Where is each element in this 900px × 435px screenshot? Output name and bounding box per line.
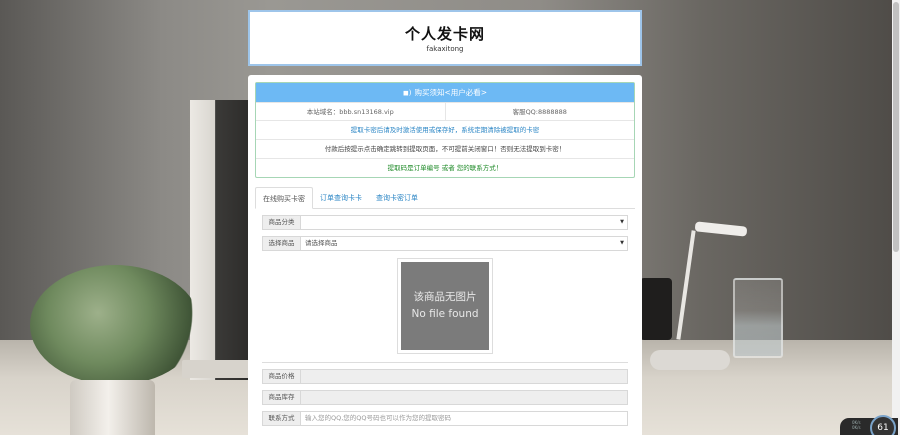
form-divider (262, 362, 628, 363)
category-label: 商品分类 (263, 216, 301, 229)
notice-info-row: 本站域名：bbb.sn13168.vip 客服QQ:8888888 (256, 102, 634, 120)
background-glass (733, 278, 783, 358)
product-select[interactable]: 请选择商品 ▼ (301, 237, 627, 250)
price-label: 商品价格 (263, 370, 301, 383)
chevron-down-icon: ▼ (620, 219, 624, 225)
price-field (301, 370, 627, 383)
background-plant (30, 265, 200, 385)
notice-title: 购买须知<用户必看> (414, 88, 488, 97)
stock-label: 商品库存 (263, 391, 301, 404)
notice-line-2: 付款后按提示点击确定跳转到提取页面，不可提前关闭窗口！否则无法提取到卡密！ (256, 139, 634, 158)
background-monitor (190, 100, 252, 380)
background-speaker (640, 278, 672, 340)
tab-bar: 在线购买卡密 订单查询卡卡 查询卡密订单 (255, 187, 635, 209)
usage-percent: 61 (877, 423, 889, 433)
background-monitor-stand (182, 360, 252, 378)
notice-line-1: 提取卡密后请及时激活使用或保存好，系统定期清除被提取的卡密 (256, 120, 634, 139)
site-domain: 本站域名：bbb.sn13168.vip (306, 108, 394, 116)
site-header: 个人发卡网 fakaxitong (248, 10, 642, 66)
site-subtitle: fakaxitong (426, 45, 464, 53)
support-qq: 客服QQ:8888888 (444, 103, 635, 120)
speed-down: 0K/s (852, 425, 861, 430)
background-plant-pot (70, 380, 155, 435)
purchase-form: 商品分类 ▼ 选择商品 请选择商品 ▼ 该商品无图片 No file found… (255, 215, 635, 426)
category-row: 商品分类 ▼ (262, 215, 628, 230)
usage-gauge[interactable]: 61 (870, 415, 896, 435)
tab-order-query[interactable]: 订单查询卡卡 (313, 187, 369, 208)
product-image-placeholder: 该商品无图片 No file found ​ (401, 262, 489, 350)
category-select[interactable]: ▼ (301, 216, 627, 229)
product-image-frame: 该商品无图片 No file found ​ (397, 258, 493, 354)
purchase-notice: ◼) 购买须知<用户必看> 本站域名：bbb.sn13168.vip 客服QQ:8… (255, 82, 635, 178)
contact-label: 联系方式 (263, 412, 301, 425)
stock-field (301, 391, 627, 404)
no-file-text: No file found (411, 308, 479, 320)
notice-title-bar: ◼) 购买须知<用户必看> (256, 83, 634, 102)
site-title: 个人发卡网 (404, 25, 485, 43)
no-image-text: 该商品无图片 (413, 291, 477, 303)
stock-row: 商品库存 (262, 390, 628, 405)
price-row: 商品价格 (262, 369, 628, 384)
speed-readout: 0K/s 0K/s (852, 420, 861, 430)
contact-row: 联系方式 输入您的QQ,您的QQ号码也可以作为您的提取密码 (262, 411, 628, 426)
product-label: 选择商品 (263, 237, 301, 250)
notice-line-3: 提取码是订单编号 或者 您的联系方式！ (256, 158, 634, 177)
page-scrollbar[interactable] (892, 0, 900, 435)
speaker-icon: ◼) (402, 89, 412, 97)
scrollbar-thumb[interactable] (893, 2, 899, 252)
product-row: 选择商品 请选择商品 ▼ (262, 236, 628, 251)
contact-input[interactable]: 输入您的QQ,您的QQ号码也可以作为您的提取密码 (301, 412, 627, 425)
watermark-mark: ​ (401, 331, 489, 337)
tab-query-cards[interactable]: 查询卡密订单 (369, 187, 425, 208)
tab-buy-online[interactable]: 在线购买卡密 (255, 187, 313, 209)
product-value: 请选择商品 (305, 239, 338, 247)
background-lamp-base (650, 350, 730, 370)
main-panel: ◼) 购买须知<用户必看> 本站域名：bbb.sn13168.vip 客服QQ:8… (248, 75, 642, 435)
chevron-down-icon: ▼ (620, 240, 624, 246)
